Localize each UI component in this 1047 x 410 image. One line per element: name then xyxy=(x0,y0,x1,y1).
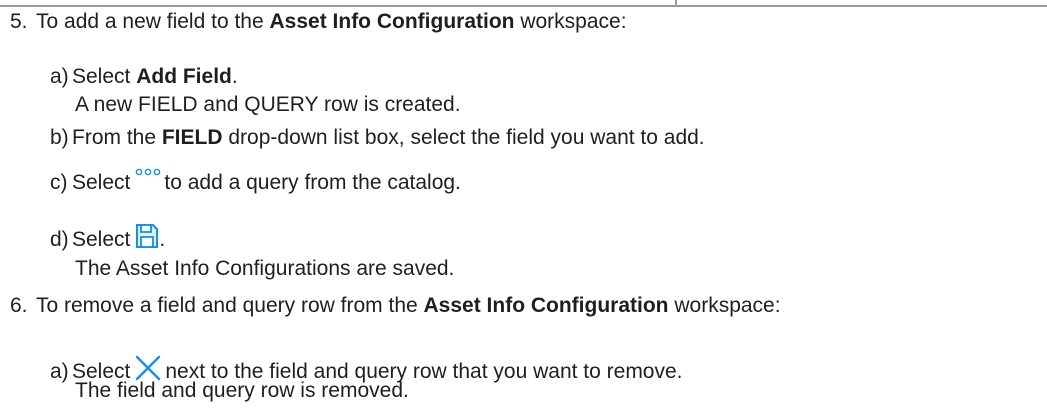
step-number: 6. xyxy=(10,294,28,317)
step-text: workspace: xyxy=(668,294,781,317)
field-dropdown-label: FIELD xyxy=(161,126,223,149)
substep-text: Select xyxy=(72,65,137,88)
table-column-divider xyxy=(675,0,677,7)
substep-text: . xyxy=(231,65,238,88)
table-bottom-border xyxy=(0,0,1047,7)
step-text: To remove a field and query row from the xyxy=(36,294,424,317)
substep-letter: b) xyxy=(50,126,69,149)
substep-text: to add a query from the catalog. xyxy=(164,171,461,194)
substep-letter: a) xyxy=(50,360,69,383)
workspace-name: Asset Info Configuration xyxy=(269,10,515,33)
step-6-intro: 6. To remove a field and query row from t… xyxy=(10,293,781,319)
substep-text: . xyxy=(159,228,166,251)
substep-5d-result: The Asset Info Configurations are saved. xyxy=(75,257,455,280)
substep-letter: c) xyxy=(50,171,68,194)
substep-5b: b) From the FIELD drop-down list box, sel… xyxy=(50,125,705,151)
ellipsis-dots-icon xyxy=(136,168,161,176)
substep-5a: a) Select Add Field. xyxy=(50,64,238,90)
add-field-label: Add Field xyxy=(136,65,232,88)
substep-letter: d) xyxy=(50,228,69,251)
substep-5c: c) Select to add a query from the catalog… xyxy=(50,168,461,196)
substep-text: Select xyxy=(72,228,131,251)
substep-text: Select xyxy=(72,171,131,194)
substep-5a-result: A new FIELD and QUERY row is created. xyxy=(75,93,461,116)
step-text: workspace: xyxy=(514,10,627,33)
step-text: To add a new field to the xyxy=(36,10,270,33)
substep-text: From the xyxy=(72,126,162,149)
step-5-intro: 5. To add a new field to the Asset Info C… xyxy=(10,9,627,35)
save-icon xyxy=(136,224,159,248)
substep-6a-result: The field and query row is removed. xyxy=(75,379,409,402)
substep-letter: a) xyxy=(50,65,69,88)
workspace-name: Asset Info Configuration xyxy=(423,294,669,317)
substep-text: drop-down list box, select the field you… xyxy=(222,126,705,149)
step-number: 5. xyxy=(10,10,28,33)
substep-5d: d) Select . xyxy=(50,220,165,253)
